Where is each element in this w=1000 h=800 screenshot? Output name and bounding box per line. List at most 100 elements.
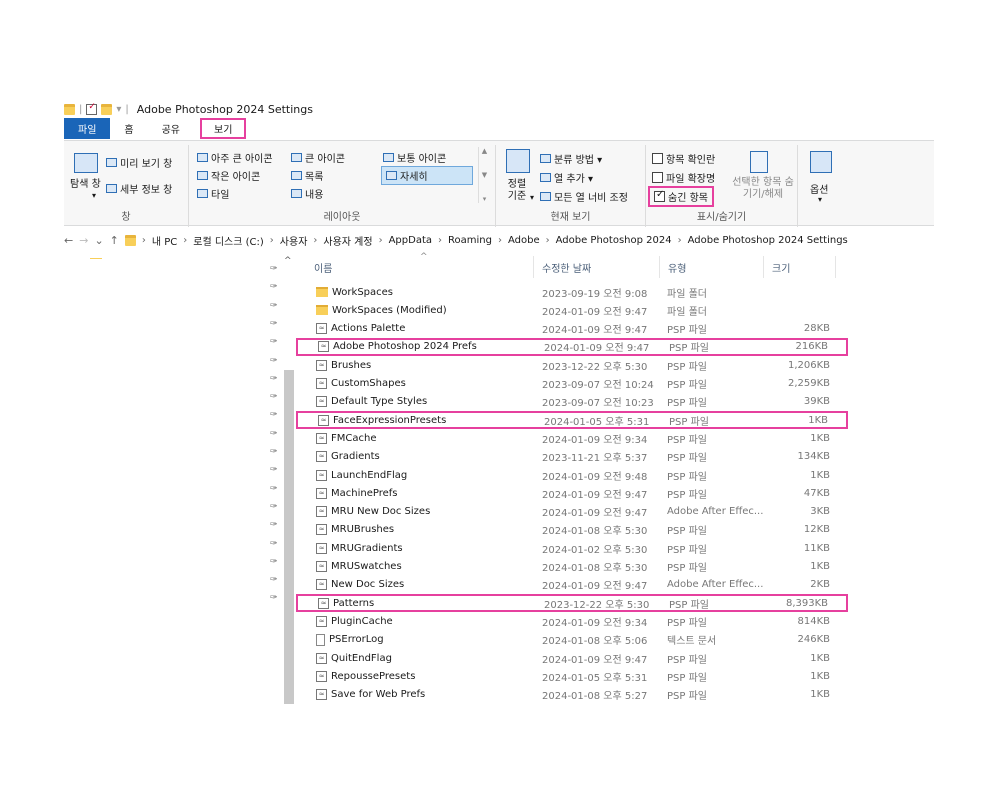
pin-icon[interactable]: ✑ [270, 447, 278, 457]
table-row[interactable]: ≈ LaunchEndFlag 2024-01-09 오전 9:48 PSP 파일 1K… [296, 466, 848, 484]
table-row[interactable]: WorkSpaces 2023-09-19 오전 9:08 파일 폴더 [296, 283, 848, 301]
table-row[interactable]: ≈ Save for Web Prefs 2024-01-08 오후 5:27 PSP… [296, 686, 848, 704]
pin-icon[interactable]: ✑ [270, 410, 278, 420]
new-folder-icon[interactable] [101, 103, 113, 115]
breadcrumb-separator[interactable]: › [183, 235, 187, 246]
pin-icon[interactable]: ✑ [270, 520, 278, 530]
pin-icon[interactable]: ✑ [270, 392, 278, 402]
table-row[interactable]: ≈ New Doc Sizes 2024-01-09 오전 9:47 Adobe Af… [296, 576, 848, 594]
breadcrumb-separator[interactable]: › [498, 235, 502, 246]
layout-content[interactable]: 내용 [291, 186, 323, 201]
column-header-size[interactable]: 크기 [764, 256, 836, 278]
breadcrumb-adobe[interactable]: Adobe [508, 235, 540, 246]
pin-icon[interactable]: ✑ [270, 557, 278, 567]
hide-selected-icon[interactable] [750, 151, 768, 173]
table-row[interactable]: ≈ CustomShapes 2023-09-07 오전 10:24 PSP 파일 2,… [296, 375, 848, 393]
up-button[interactable]: ↑ [110, 234, 119, 247]
navigation-pane-button[interactable]: 탐색 창 ▾ [70, 179, 101, 200]
breadcrumb-separator[interactable]: › [142, 235, 146, 246]
table-row[interactable]: ≈ PluginCache 2024-01-09 오전 9:34 PSP 파일 814K… [296, 612, 848, 630]
layout-small-icons[interactable]: 작은 아이콘 [197, 168, 260, 183]
pin-icon[interactable]: ✑ [270, 465, 278, 475]
breadcrumb-photoshop-2024[interactable]: Adobe Photoshop 2024 [556, 235, 672, 246]
pin-icon[interactable]: ✑ [270, 539, 278, 549]
table-row[interactable]: ≈ Gradients 2023-11-21 오후 5:37 PSP 파일 134KB [296, 448, 848, 466]
navigation-pane-icon[interactable] [74, 153, 98, 173]
table-row[interactable]: ≈ Brushes 2023-12-22 오후 5:30 PSP 파일 1,206KB [296, 356, 848, 374]
table-row[interactable]: ≈ MRU New Doc Sizes 2024-01-09 오전 9:47 Adob… [296, 503, 848, 521]
collapse-icon[interactable]: ^ [284, 256, 292, 266]
breadcrumb-separator[interactable]: › [546, 235, 550, 246]
breadcrumb-local-disk[interactable]: 로컬 디스크 (C:) [193, 233, 264, 248]
sort-chevron-down-icon[interactable]: ▾ [530, 193, 534, 202]
scroll-up-icon[interactable]: ▲ [482, 147, 487, 155]
quick-access-dropdown-icon[interactable]: ▾ [116, 104, 121, 115]
layout-medium-icons[interactable]: 보통 아이콘 [383, 150, 446, 165]
hidden-items-toggle[interactable]: 숨긴 항목 [648, 186, 714, 207]
layout-large-icons[interactable]: 큰 아이콘 [291, 150, 345, 165]
breadcrumb-separator[interactable]: › [379, 235, 383, 246]
group-by-button[interactable]: 분류 방법 ▾ [540, 151, 602, 166]
pin-icon[interactable]: ✑ [270, 484, 278, 494]
back-button[interactable]: ← [64, 234, 73, 247]
add-columns-button[interactable]: 열 추가 ▾ [540, 170, 593, 185]
breadcrumb-separator[interactable]: › [678, 235, 682, 246]
item-checkboxes-toggle[interactable]: 항목 확인란 [652, 151, 715, 166]
breadcrumb-roaming[interactable]: Roaming [448, 235, 492, 246]
layout-extra-large-icons[interactable]: 아주 큰 아이콘 [197, 150, 273, 165]
column-header-type[interactable]: 유형 [660, 256, 764, 278]
pin-icon[interactable]: ✑ [270, 575, 278, 585]
preview-pane-button[interactable]: 미리 보기 창 [106, 155, 172, 170]
recent-locations-button[interactable]: ⌄ [94, 234, 103, 247]
table-row[interactable]: ≈ Patterns 2023-12-22 오후 5:30 PSP 파일 8,393KB [296, 594, 848, 613]
breadcrumb-users[interactable]: 사용자 [280, 233, 308, 248]
layout-gallery-scroll[interactable]: ▲ ▼ ▾ [478, 147, 490, 203]
pin-icon[interactable]: ✑ [270, 282, 278, 292]
table-row[interactable]: ≈ MRUBrushes 2024-01-08 오후 5:30 PSP 파일 12KB [296, 521, 848, 539]
pin-icon[interactable]: ✑ [270, 356, 278, 366]
pin-icon[interactable]: ✑ [270, 301, 278, 311]
pin-icon[interactable]: ✑ [270, 319, 278, 329]
options-icon[interactable] [810, 151, 832, 173]
table-row[interactable]: ≈ FaceExpressionPresets 2024-01-05 오후 5:31… [296, 411, 848, 430]
breadcrumb-separator[interactable]: › [438, 235, 442, 246]
breadcrumb-this-pc[interactable]: 내 PC [152, 233, 177, 248]
options-button[interactable]: 옵션 [810, 181, 828, 196]
breadcrumb-separator[interactable]: › [270, 235, 274, 246]
tab-share[interactable]: 공유 [148, 118, 194, 139]
table-row[interactable]: ≈ Adobe Photoshop 2024 Prefs 2024-01-09 오전… [296, 337, 848, 356]
breadcrumb-appdata[interactable]: AppData [389, 235, 432, 246]
pin-icon[interactable]: ✑ [270, 264, 278, 274]
column-header-name[interactable]: 이름 ^ [296, 252, 534, 278]
nav-pane-scrollbar[interactable] [284, 370, 294, 704]
options-chevron-down-icon[interactable]: ▾ [818, 195, 822, 204]
item-checkboxes-checkbox[interactable] [652, 153, 663, 164]
sort-by-button[interactable]: 정렬 기준 [504, 179, 530, 203]
layout-list[interactable]: 목록 [291, 168, 323, 183]
breadcrumb-separator[interactable]: › [313, 235, 317, 246]
breadcrumb-user-account[interactable]: 사용자 계정 [323, 233, 372, 248]
table-row[interactable]: ≈ MRUSwatches 2024-01-08 오후 5:30 PSP 파일 1KB [296, 558, 848, 576]
pin-icon[interactable]: ✑ [270, 593, 278, 603]
forward-button[interactable]: → [79, 234, 88, 247]
tab-home[interactable]: 홈 [110, 118, 147, 139]
table-row[interactable]: ≈ MachinePrefs 2024-01-09 오전 9:47 PSP 파일 47K… [296, 484, 848, 502]
pin-icon[interactable]: ✑ [270, 337, 278, 347]
table-row[interactable]: PSErrorLog 2024-01-08 오후 5:06 텍스트 문서 246KB [296, 631, 848, 649]
layout-tiles[interactable]: 타일 [197, 186, 229, 201]
expand-gallery-icon[interactable]: ▾ [483, 195, 487, 203]
table-row[interactable]: ≈ RepoussePresets 2024-01-05 오후 5:31 PSP 파일… [296, 667, 848, 685]
scroll-down-icon[interactable]: ▼ [482, 171, 487, 179]
table-row[interactable]: ≈ Default Type Styles 2023-09-07 오전 10:23 P… [296, 393, 848, 411]
file-extensions-toggle[interactable]: 파일 확장명 [652, 170, 715, 185]
layout-details[interactable]: 자세히 [381, 166, 473, 185]
sort-by-icon[interactable] [506, 149, 530, 173]
column-header-date[interactable]: 수정한 날짜 [534, 256, 660, 278]
table-row[interactable]: ≈ FMCache 2024-01-09 오전 9:34 PSP 파일 1KB [296, 429, 848, 447]
details-pane-button[interactable]: 세부 정보 창 [106, 181, 172, 196]
hidden-items-checkbox[interactable] [654, 189, 665, 202]
pin-icon[interactable]: ✑ [270, 429, 278, 439]
properties-icon[interactable] [86, 102, 98, 115]
pin-icon[interactable]: ✑ [270, 502, 278, 512]
pin-icon[interactable]: ✑ [270, 374, 278, 384]
